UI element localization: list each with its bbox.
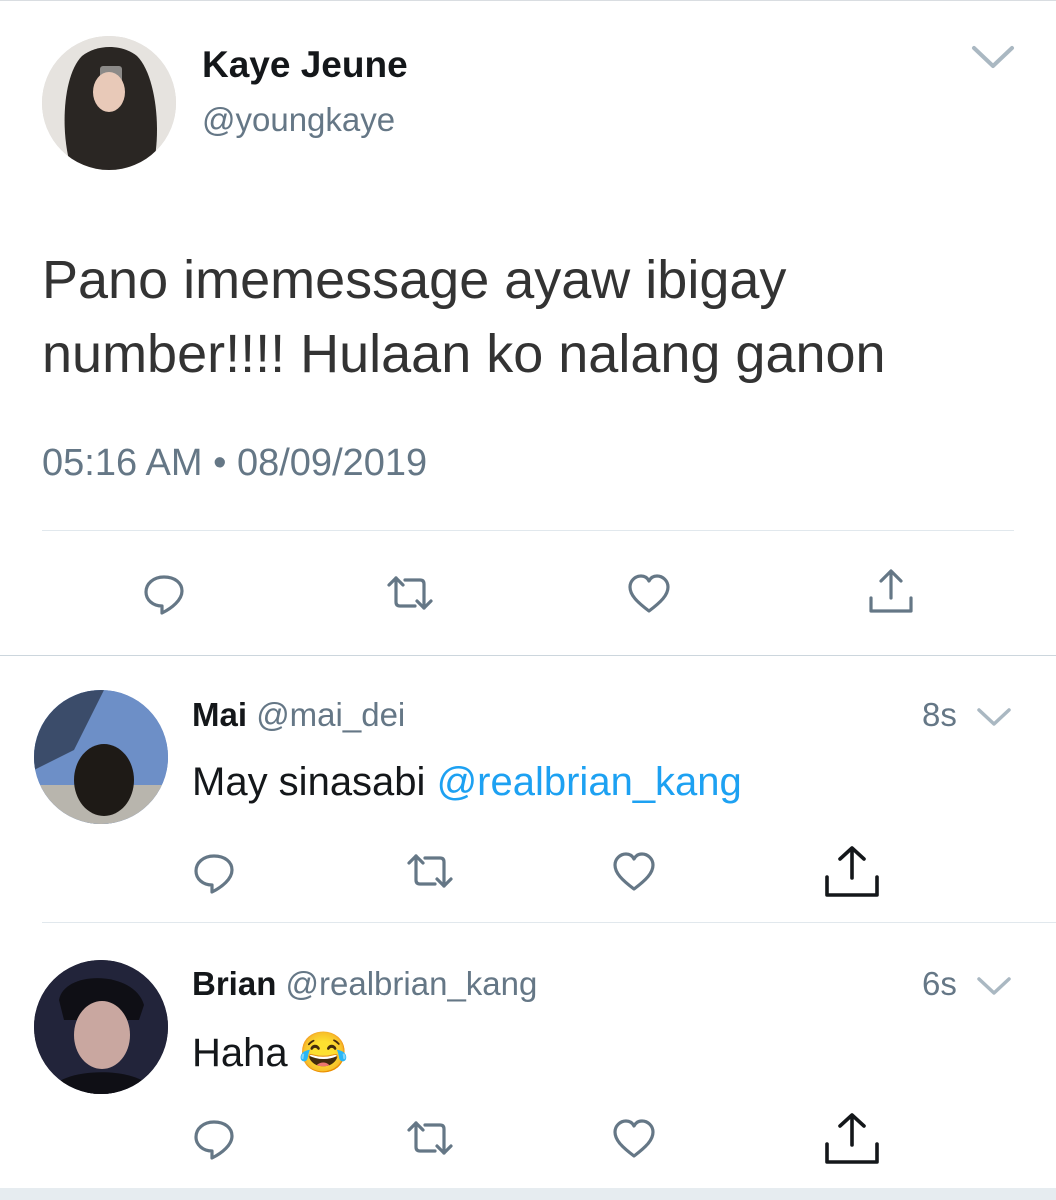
retweet-icon[interactable] <box>405 1120 455 1156</box>
avatar[interactable] <box>42 36 176 170</box>
reply-text: Haha 😂 <box>192 1029 349 1076</box>
reply-avatar[interactable] <box>34 690 168 824</box>
reply-handle: @mai_dei <box>256 696 406 733</box>
reply-avatar[interactable] <box>34 960 168 1094</box>
chevron-down-icon[interactable] <box>975 705 1013 729</box>
section-divider <box>0 655 1056 656</box>
tears-of-joy-emoji-icon: 😂 <box>298 1031 349 1075</box>
share-icon[interactable] <box>866 568 916 616</box>
tweet-text-line-2: number!!!! Hulaan ko nalang ganon <box>42 324 886 384</box>
reply-divider <box>42 922 1056 923</box>
reply-text-body: Haha <box>192 1031 299 1075</box>
reply-author[interactable]: Mai @mai_dei <box>192 696 405 734</box>
retweet-icon[interactable] <box>385 575 435 611</box>
reply-author[interactable]: Brian @realbrian_kang <box>192 965 537 1003</box>
reply-display-name: Brian <box>192 965 277 1002</box>
tweet-text-line-1: Pano imemessage ayaw ibigay <box>42 250 787 310</box>
top-divider <box>0 0 1056 1</box>
chevron-down-icon[interactable] <box>970 42 1016 72</box>
reply-age: 6s <box>922 965 957 1002</box>
like-icon[interactable] <box>627 573 671 615</box>
reply-text: May sinasabi @realbrian_kang <box>192 760 742 805</box>
chevron-down-icon[interactable] <box>975 974 1013 998</box>
like-icon[interactable] <box>612 1118 656 1160</box>
reply-icon[interactable] <box>192 850 236 894</box>
retweet-icon[interactable] <box>405 853 455 889</box>
reply-age: 8s <box>922 696 957 733</box>
bottom-strip <box>0 1188 1056 1200</box>
tweet-timestamp[interactable]: 05:16 AM • 08/09/2019 <box>42 442 427 485</box>
actions-divider <box>42 530 1014 531</box>
author-handle[interactable]: @youngkaye <box>202 101 395 139</box>
reply-handle: @realbrian_kang <box>285 965 538 1002</box>
reply-text-body: May sinasabi <box>192 760 437 804</box>
mention-link[interactable]: @realbrian_kang <box>437 760 742 804</box>
reply-icon[interactable] <box>142 571 186 615</box>
reply-icon[interactable] <box>192 1116 236 1160</box>
user-photo-avatar-icon <box>34 960 168 1094</box>
user-photo-avatar-icon <box>34 690 168 824</box>
like-icon[interactable] <box>612 851 656 893</box>
reply-display-name: Mai <box>192 696 248 733</box>
author-display-name[interactable]: Kaye Jeune <box>202 44 408 86</box>
share-icon[interactable] <box>822 1112 882 1166</box>
share-icon[interactable] <box>822 845 882 899</box>
user-photo-avatar-icon <box>42 36 176 170</box>
